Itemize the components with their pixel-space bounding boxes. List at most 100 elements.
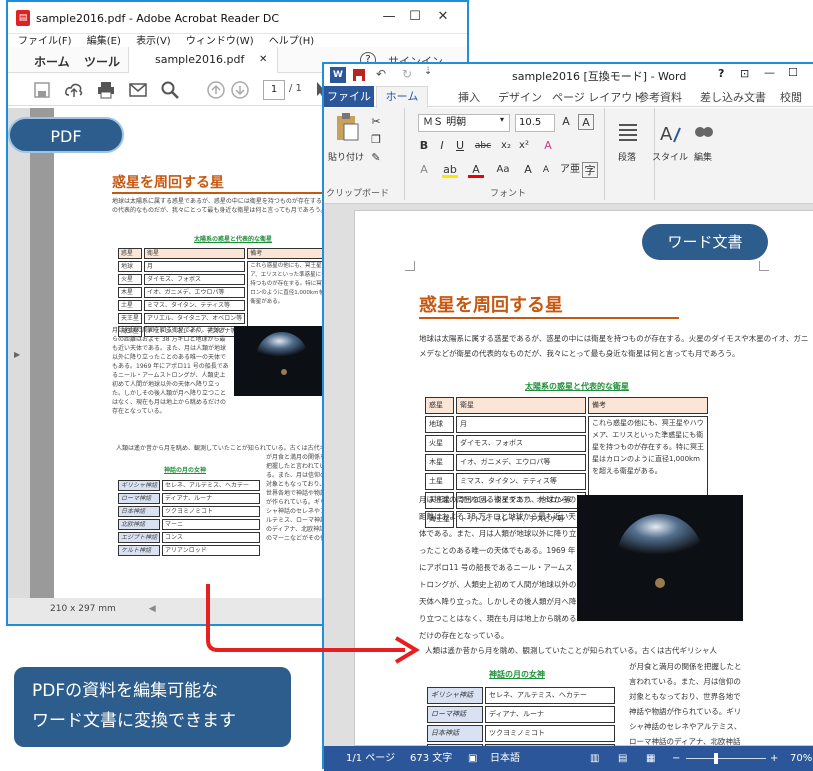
tab-review[interactable]: 校閲 [780,89,802,105]
text-effects-icon[interactable]: A [416,162,432,178]
hscroll-left-icon[interactable]: ◀ [149,604,156,614]
save-icon[interactable] [352,68,366,82]
status-words[interactable]: 673 文字 [410,746,452,771]
underline-icon[interactable]: U [452,138,468,154]
table-cell[interactable]: イオ、ガニメデ、エウロパ等 [456,454,586,471]
paste-label[interactable]: 貼り付け [328,150,364,163]
table-cell[interactable]: 日本神話 [427,725,483,742]
word-myth-caption[interactable]: 神話の月の女神 [489,669,545,680]
table-cell[interactable]: ミマス、タイタン、テティス等 [456,473,586,490]
menu-view[interactable]: 表示(V) [136,32,171,47]
zoom-level[interactable]: 70% [790,746,812,771]
word-watch-paragraph[interactable]: 人類は遙か昔から月を眺め、観測していたことが知られている。古くは古代ギリシャ人 [425,643,813,658]
menu-edit[interactable]: 編集(E) [87,32,121,47]
superscript-icon[interactable]: x² [516,138,532,154]
table-cell[interactable]: ダイモス、フォボス [456,435,586,452]
table-cell[interactable]: 木星 [425,454,454,471]
tab-insert[interactable]: 挿入 [458,89,480,105]
paragraph-label[interactable]: 段落 [618,150,636,163]
cut-icon[interactable]: ✂ [368,114,384,130]
phonetic-guide-icon[interactable]: ア亜 [560,162,580,178]
menu-file[interactable]: ファイル(F) [18,32,72,47]
style-label[interactable]: スタイル [652,150,688,163]
expand-pane-icon[interactable]: ▶ [14,350,20,359]
table-cell[interactable]: 地球 [425,416,454,433]
zoom-in-icon[interactable]: + [770,746,778,771]
redo-icon[interactable]: ↻ [402,67,412,81]
shrink-font-icon[interactable]: A [538,162,554,178]
tab-references[interactable]: 参考資料 [638,89,682,105]
tab-close-icon[interactable]: ✕ [259,47,267,73]
grow-font-icon[interactable]: A [558,114,574,130]
page-number-input[interactable]: 1 [263,80,285,100]
table-cell[interactable]: ツクヨミノミコト [485,725,615,742]
word-earth-photo[interactable] [577,495,743,621]
table-header[interactable]: 備考 [588,397,708,414]
word-moon-paragraph[interactable]: 月は地球の周囲を回る衛星であり、地球からの距離はおよそ 38 万キロと地球から最… [419,491,577,641]
highlight-icon[interactable]: ab [442,162,458,178]
read-mode-icon[interactable]: ▥ [590,746,599,771]
bold-icon[interactable]: B [416,138,432,154]
subscript-icon[interactable]: x₂ [498,138,514,154]
strikethrough-icon[interactable]: abc [472,138,494,154]
char-border-icon[interactable]: A [578,114,594,130]
zoom-out-icon[interactable]: − [672,746,680,771]
print-icon[interactable] [96,80,116,100]
font-name-select[interactable]: ＭＳ 明朝 [418,114,510,132]
table-cell[interactable]: ディアナ、ルーナ [485,706,615,723]
tab-page-layout[interactable]: ページ レイアウト [552,89,643,105]
copy-icon[interactable]: ❐ [368,132,384,148]
menu-help[interactable]: ヘルプ(H) [269,32,314,47]
search-icon[interactable] [160,80,180,100]
paragraph-icon[interactable] [616,120,640,144]
tab-document[interactable]: sample2016.pdf ✕ [128,47,278,73]
status-page[interactable]: 1/1 ページ [346,746,395,771]
table-cell[interactable]: 月 [456,416,586,433]
font-size-select[interactable]: 10.5 [515,114,555,132]
web-layout-icon[interactable]: ▦ [646,746,655,771]
word-help-icon[interactable]: ? [718,67,724,80]
minimize-icon[interactable]: — [764,66,775,79]
edit-label[interactable]: 編集 [694,150,712,163]
quick-access-menu-icon[interactable]: ⇣ [424,66,432,77]
ribbon-options-icon[interactable]: ⊡ [740,67,749,80]
change-case-icon[interactable]: Aa [492,162,514,178]
font-dropdown-icon[interactable]: ▾ [500,115,504,124]
tab-home[interactable]: ホーム [376,86,428,108]
style-icon[interactable]: A [656,120,682,146]
italic-icon[interactable]: I [434,138,450,154]
zoom-slider[interactable] [686,758,766,759]
table-cell[interactable]: 火星 [425,435,454,452]
file-tab[interactable]: ファイル [324,86,374,107]
tab-home[interactable]: ホーム [34,53,70,70]
find-icon[interactable] [692,120,716,144]
save-icon[interactable] [32,80,52,100]
tab-mailings[interactable]: 差し込み文書 [700,89,766,105]
undo-icon[interactable]: ↶ [376,67,386,81]
word-myth-paragraph[interactable]: が月食と満月の関係を把握したと言われている。また、月は信仰の対象ともなっており、… [629,659,747,747]
table-cell[interactable]: セレネ、アルテミス、ヘカテー [485,687,615,704]
close-icon[interactable]: ✕ [430,6,456,28]
proofing-icon[interactable]: ▣ [468,746,477,771]
clear-format-icon[interactable]: A [540,138,556,154]
table-note-text[interactable]: これら惑星の他にも、冥王星やハウメア、エリスといった準惑星にも衛星を持つものが存… [592,417,704,489]
word-intro[interactable]: 地球は太陽系に属する惑星であるが、惑星の中には衛星を持つものが存在する。火星のダ… [419,331,811,376]
table-cell[interactable]: ギリシャ神話 [427,687,483,704]
font-color-icon[interactable]: A [468,162,484,178]
table-header[interactable]: 衛星 [456,397,586,414]
enclose-char-icon[interactable]: 字 [582,162,598,178]
table-cell[interactable]: 土星 [425,473,454,490]
tab-design[interactable]: デザイン [498,89,542,105]
menu-window[interactable]: ウィンドウ(W) [186,32,254,47]
page-down-icon[interactable] [230,80,250,100]
grow-font-icon[interactable]: A [520,162,536,178]
table-cell[interactable]: ローマ神話 [427,706,483,723]
format-painter-icon[interactable]: ✎ [368,150,384,166]
print-layout-icon[interactable]: ▤ [618,746,627,771]
word-doc-title[interactable]: 惑星を周回する星 [419,291,563,317]
zoom-slider-thumb[interactable] [714,753,718,764]
maximize-icon[interactable]: ☐ [402,6,428,28]
mail-icon[interactable] [128,80,148,100]
status-language[interactable]: 日本語 [490,746,520,771]
minimize-icon[interactable]: — [376,6,402,28]
